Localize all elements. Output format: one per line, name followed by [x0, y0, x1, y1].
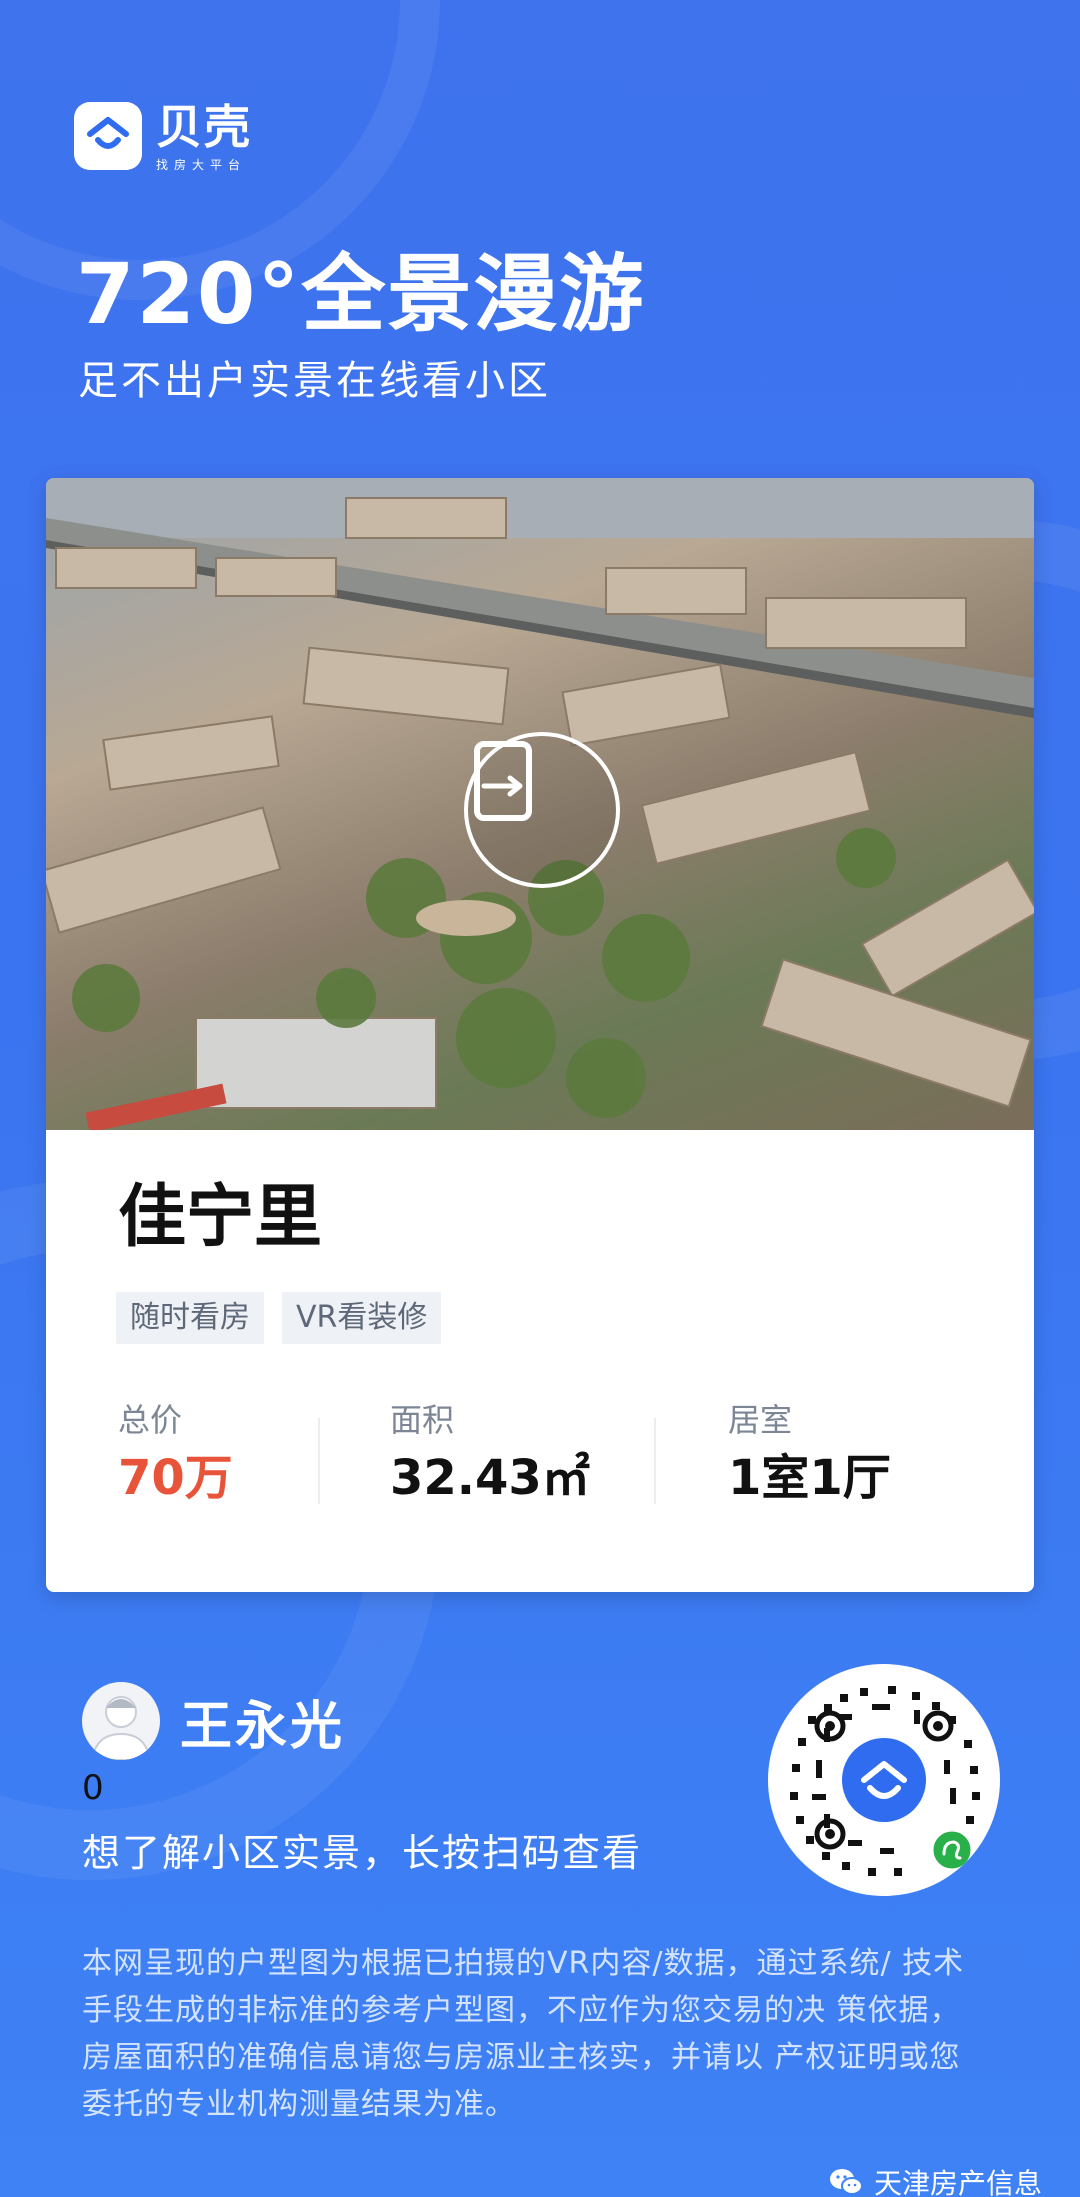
- brand-logo: 贝壳 找房大平台: [74, 102, 252, 173]
- poster: 贝壳 找房大平台 720°全景漫游 足不出户实景在线看小区 佳宁里 随时看房 V…: [0, 0, 1080, 2197]
- stat-divider: [654, 1418, 656, 1504]
- wechat-watermark: 天津房产信息: [828, 2162, 1042, 2197]
- stat-value-area: 32.43㎡: [390, 1450, 590, 1506]
- stat-label: 总价: [118, 1401, 183, 1439]
- stat-rooms: 居室 1室1厅: [728, 1400, 891, 1510]
- agent-name: 王永光: [180, 1696, 346, 1757]
- agent-info: 王永光: [82, 1682, 345, 1760]
- disclaimer-line: 手段生成的非标准的参考户型图，不应作为您交易的决 策依据，: [82, 1993, 961, 2028]
- stat-divider: [318, 1418, 320, 1504]
- hero-title: 720°全景漫游: [76, 245, 646, 343]
- watermark-text: 天津房产信息: [873, 2167, 1042, 2197]
- stat-value-rooms: 1室1厅: [728, 1450, 891, 1506]
- stat-label: 面积: [390, 1401, 455, 1439]
- tag-viewing: 随时看房: [116, 1292, 264, 1344]
- agent-count: 0: [82, 1768, 104, 1808]
- disclaimer-line: 房屋面积的准确信息请您与房源业主核实，并请以 产权证明或您: [82, 2040, 961, 2075]
- brand-name: 贝壳: [156, 100, 252, 154]
- stat-area: 面积 32.43㎡: [390, 1400, 590, 1510]
- brand-slogan: 找房大平台: [156, 158, 247, 172]
- scan-hint: 想了解小区实景，长按扫码查看: [82, 1831, 643, 1875]
- disclaimer: 本网呈现的户型图为根据已拍摄的VR内容/数据，通过系统/ 技术 手段生成的非标准…: [82, 1940, 1012, 2128]
- hero-subtitle: 足不出户实景在线看小区: [78, 358, 551, 404]
- disclaimer-line: 委托的专业机构测量结果为准。: [82, 2087, 516, 2122]
- listing-stats: 总价 70万 面积 32.43㎡ 居室 1室1厅: [46, 1400, 1034, 1510]
- aerial-panorama-image[interactable]: [46, 478, 1034, 1130]
- wechat-icon: [829, 2169, 863, 2195]
- stat-value-price: 70万: [118, 1450, 233, 1506]
- disclaimer-line: 本网呈现的户型图为根据已拍摄的VR内容/数据，通过系统/ 技术: [82, 1946, 965, 1981]
- tag-vr-decoration: VR看装修: [282, 1292, 442, 1344]
- stat-label: 居室: [728, 1401, 793, 1439]
- community-name: 佳宁里: [118, 1178, 323, 1257]
- vr-door-icon: [474, 741, 532, 821]
- stat-total-price: 总价 70万: [118, 1400, 233, 1510]
- listing-card[interactable]: 佳宁里 随时看房 VR看装修 总价 70万 面积 32.43㎡ 居室 1室1厅: [46, 478, 1034, 1592]
- person-icon: [90, 1696, 152, 1760]
- mini-program-qr-code[interactable]: [768, 1664, 1000, 1896]
- vr-play-button[interactable]: [464, 732, 620, 888]
- feature-tags: 随时看房 VR看装修: [116, 1292, 459, 1344]
- avatar: [82, 1682, 160, 1760]
- house-logo-icon: [74, 102, 142, 170]
